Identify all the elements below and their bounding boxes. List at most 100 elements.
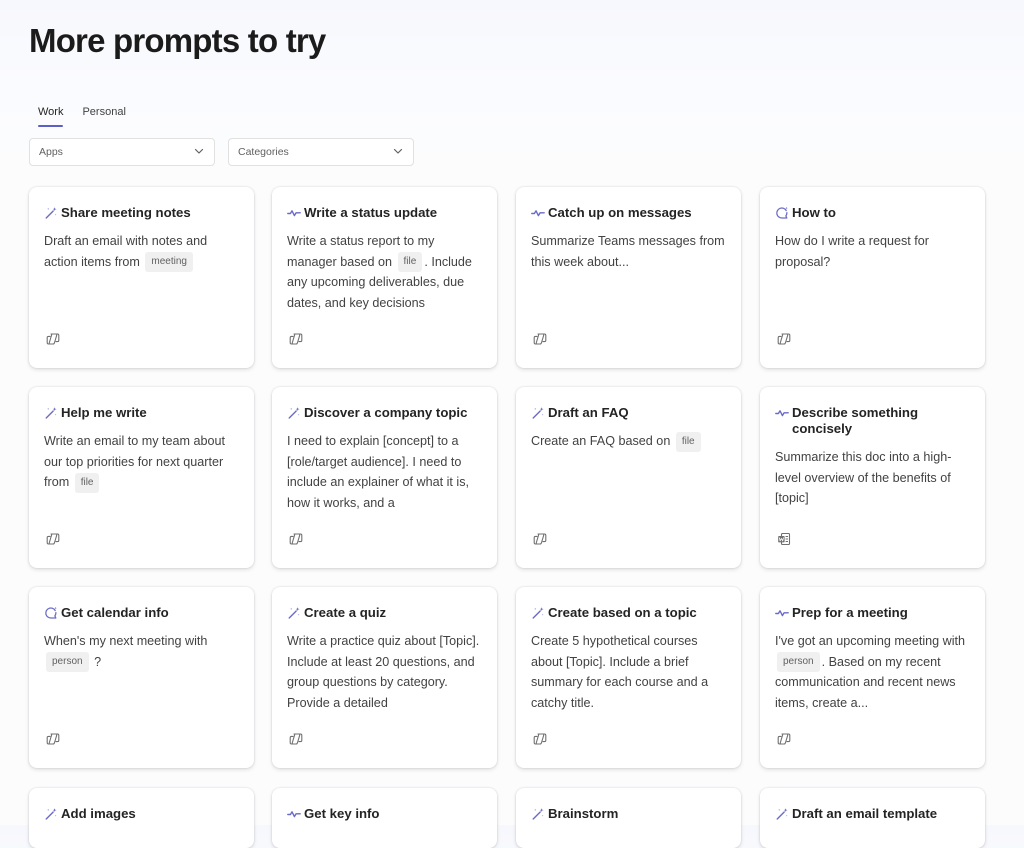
copilot-icon	[46, 532, 60, 546]
card-title-text: Draft an FAQ	[548, 405, 629, 420]
card-title: Add images	[44, 806, 240, 822]
tab-list: Work Personal	[38, 106, 126, 127]
tab-work[interactable]: Work	[38, 106, 64, 127]
chevron-down-icon	[193, 145, 205, 160]
page-title: More prompts to try	[29, 22, 326, 59]
copilot-icon	[533, 532, 547, 546]
copilot-icon	[777, 332, 791, 346]
pulse-icon	[287, 206, 304, 220]
wand-icon	[775, 807, 792, 821]
card-description: How do I write a request for proposal?	[775, 231, 971, 272]
wand-icon	[44, 807, 61, 821]
prompt-card-help-me-write[interactable]: Help me write Write an email to my team a…	[29, 387, 254, 568]
wand-icon	[44, 206, 61, 220]
card-title-text: Prep for a meeting	[792, 605, 908, 620]
apps-dropdown[interactable]: Apps	[29, 138, 215, 166]
wand-icon	[287, 606, 304, 620]
card-description-text: Write an email to my team about our top …	[44, 434, 226, 489]
card-title: Get calendar info	[44, 605, 240, 621]
prompt-card-add-images[interactable]: Add images	[29, 788, 254, 848]
copilot-icon	[46, 332, 60, 346]
card-title: Discover a company topic	[287, 405, 483, 421]
placeholder-chip: meeting	[145, 252, 193, 273]
card-title-text: Get calendar info	[61, 605, 169, 620]
prompt-card-discover-a-company-topic[interactable]: Discover a company topic I need to explai…	[272, 387, 497, 568]
prompt-card-prep-for-a-meeting[interactable]: Prep for a meeting I've got an upcoming m…	[760, 587, 985, 768]
card-description: Create an FAQ based on file	[531, 431, 727, 452]
card-description: When's my next meeting with person ?	[44, 631, 240, 673]
card-description: Write a practice quiz about [Topic]. Inc…	[287, 631, 483, 713]
card-title-text: Share meeting notes	[61, 205, 191, 220]
prompt-card-create-a-quiz[interactable]: Create a quiz Write a practice quiz about…	[272, 587, 497, 768]
card-description-text: I need to explain [concept] to a [role/t…	[287, 434, 470, 510]
prompt-card-brainstorm[interactable]: Brainstorm	[516, 788, 741, 848]
card-title-text: Brainstorm	[548, 806, 619, 821]
card-title-text: Create based on a topic	[548, 605, 697, 620]
card-title-text: Discover a company topic	[304, 405, 468, 420]
prompt-card-get-calendar-info[interactable]: Get calendar info When's my next meeting …	[29, 587, 254, 768]
placeholder-chip: file	[397, 252, 423, 273]
card-description-text: How do I write a request for proposal?	[775, 234, 929, 269]
chevron-down-icon	[392, 145, 404, 160]
card-title: Create a quiz	[287, 605, 483, 621]
word-doc-icon	[777, 532, 791, 546]
card-description-text: ?	[90, 654, 102, 669]
copilot-icon	[289, 332, 303, 346]
card-title: Draft an FAQ	[531, 405, 727, 421]
card-title: Brainstorm	[531, 806, 727, 822]
card-title-text: Get key info	[304, 806, 380, 821]
prompt-card-draft-an-faq[interactable]: Draft an FAQ Create an FAQ based on file	[516, 387, 741, 568]
prompt-card-get-key-info[interactable]: Get key info	[272, 788, 497, 848]
card-title-text: Create a quiz	[304, 605, 387, 620]
card-title: Share meeting notes	[44, 205, 240, 221]
card-description-text: I've got an upcoming meeting with	[775, 634, 966, 648]
card-title: How to	[775, 205, 971, 221]
pulse-icon	[287, 807, 304, 821]
card-description-text: Create an FAQ based on	[531, 434, 674, 448]
card-description: Draft an email with notes and action ite…	[44, 231, 240, 273]
copilot-icon	[289, 732, 303, 746]
apps-dropdown-label: Apps	[39, 146, 63, 158]
card-description-text: When's my next meeting with	[44, 634, 208, 648]
placeholder-chip: person	[46, 652, 89, 673]
card-description-text: Create 5 hypothetical courses about [Top…	[531, 634, 709, 710]
categories-dropdown-label: Categories	[238, 146, 289, 158]
prompt-card-create-based-on-a-topic[interactable]: Create based on a topic Create 5 hypothet…	[516, 587, 741, 768]
pulse-icon	[531, 206, 548, 220]
prompt-card-share-meeting-notes[interactable]: Share meeting notes Draft an email with n…	[29, 187, 254, 368]
placeholder-chip: file	[675, 431, 701, 452]
card-title: Describe something concisely	[775, 405, 971, 437]
card-description-text: Write a practice quiz about [Topic]. Inc…	[287, 634, 480, 710]
wand-icon	[531, 807, 548, 821]
card-title: Get key info	[287, 806, 483, 822]
copilot-icon	[533, 732, 547, 746]
card-description-text: Summarize Teams messages from this week …	[531, 234, 725, 269]
tab-personal[interactable]: Personal	[82, 106, 125, 127]
prompt-card-write-a-status-update[interactable]: Write a status update Write a status repo…	[272, 187, 497, 368]
card-title-text: Describe something concisely	[792, 405, 919, 436]
card-title: Write a status update	[287, 205, 483, 221]
prompt-card-how-to[interactable]: How to How do I write a request for propo…	[760, 187, 985, 368]
prompt-card-draft-an-email-template[interactable]: Draft an email template	[760, 788, 985, 848]
copilot-icon	[46, 732, 60, 746]
card-title: Prep for a meeting	[775, 605, 971, 621]
wand-icon	[531, 606, 548, 620]
card-description: Create 5 hypothetical courses about [Top…	[531, 631, 727, 713]
copilot-icon	[289, 532, 303, 546]
pulse-icon	[775, 406, 792, 420]
placeholder-chip: file	[74, 472, 100, 493]
card-title-text: Catch up on messages	[548, 205, 692, 220]
card-description-text: Summarize this doc into a high-level ove…	[775, 450, 952, 505]
chat-bubble-icon	[775, 206, 792, 220]
card-title: Help me write	[44, 405, 240, 421]
card-description: Write a status report to my manager base…	[287, 231, 483, 313]
card-title-text: How to	[792, 205, 836, 220]
wand-icon	[531, 406, 548, 420]
copilot-icon	[777, 732, 791, 746]
prompt-card-catch-up-on-messages[interactable]: Catch up on messages Summarize Teams mess…	[516, 187, 741, 368]
card-title-text: Add images	[61, 806, 136, 821]
prompt-card-describe-something-concisely[interactable]: Describe something concisely Summarize th…	[760, 387, 985, 568]
categories-dropdown[interactable]: Categories	[228, 138, 414, 166]
card-title: Catch up on messages	[531, 205, 727, 221]
card-description: I've got an upcoming meeting with person…	[775, 631, 971, 713]
